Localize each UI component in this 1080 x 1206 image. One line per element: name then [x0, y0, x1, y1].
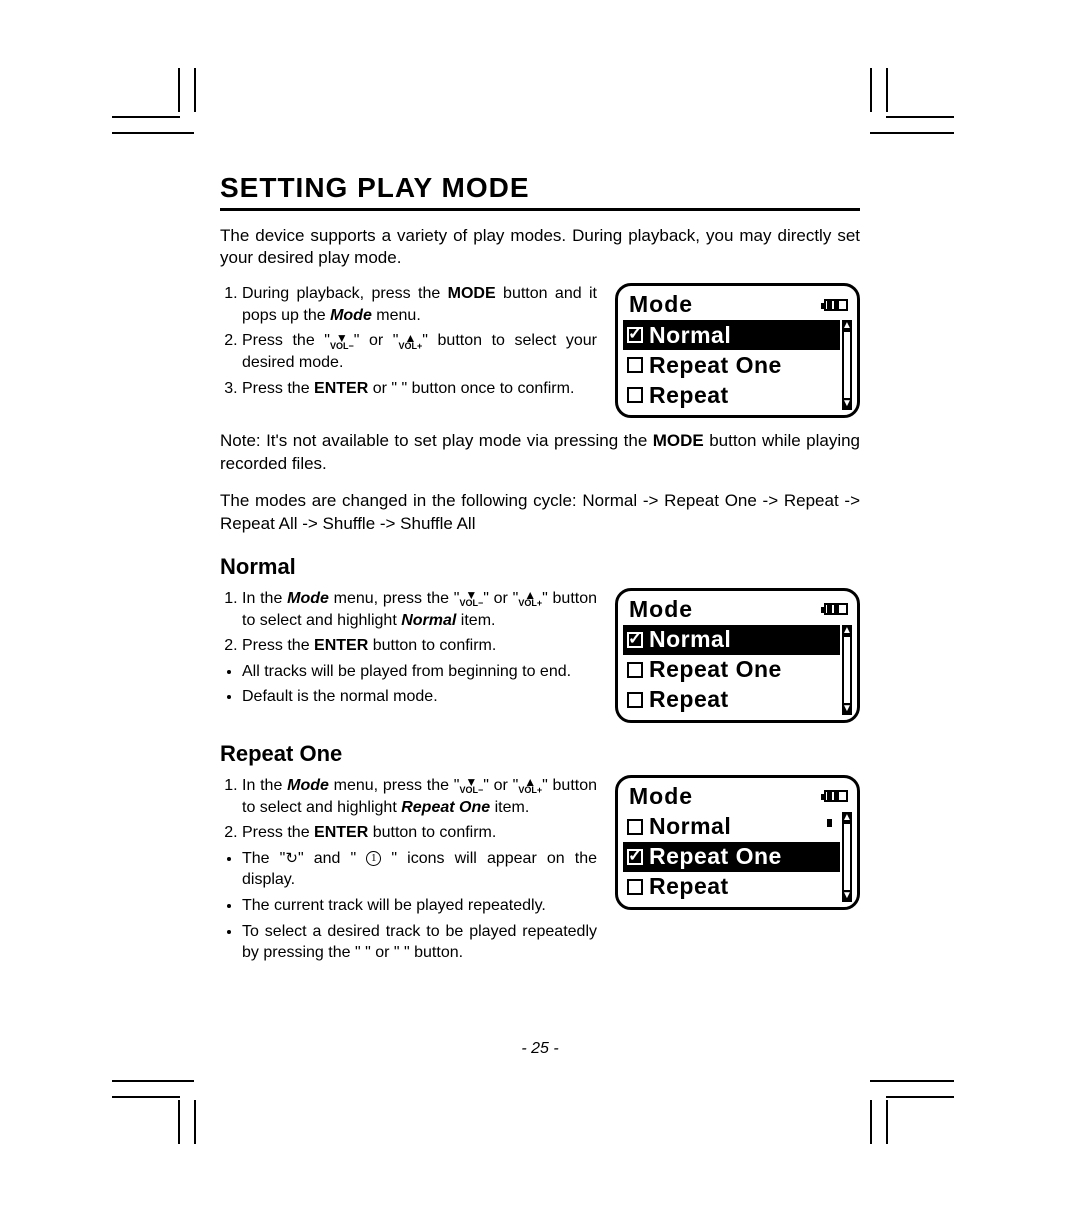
scroll-down-icon: ▼: [842, 398, 852, 410]
repeat-one-bullets: The "↻" and " 1 " icons will appear on t…: [220, 848, 597, 964]
battery-icon: [824, 299, 848, 311]
subheading-repeat-one: Repeat One: [220, 741, 860, 767]
vol-up-icon: ▲VOL+: [399, 334, 423, 351]
step-3: Press the ENTER or " " button once to co…: [242, 378, 597, 400]
lcd-item-normal: Normal: [623, 812, 840, 842]
lcd-title: Mode: [629, 596, 693, 623]
lcd-scrollbar: ▲ ▼: [842, 812, 852, 902]
cycle-text: The modes are changed in the following c…: [220, 490, 860, 536]
scroll-down-icon: ▼: [842, 703, 852, 715]
lcd-item-repeat-one: Repeat One: [623, 655, 840, 685]
vol-up-icon: ▲VOL+: [518, 778, 542, 795]
checkbox-icon: [627, 692, 643, 708]
note-text: Note: It's not available to set play mod…: [220, 430, 860, 476]
normal-bullet-1: All tracks will be played from beginning…: [242, 661, 597, 683]
page-number: - 25 -: [0, 1040, 1080, 1058]
main-steps: During playback, press the MODE button a…: [220, 283, 597, 399]
normal-steps: In the Mode menu, press the "▼VOL−" or "…: [220, 588, 597, 657]
repeat-one-bullet-1: The "↻" and " 1 " icons will appear on t…: [242, 848, 597, 891]
checkbox-icon: [627, 662, 643, 678]
loop-icon: ↻: [285, 850, 298, 867]
lcd-item-normal: Normal: [623, 625, 840, 655]
scroll-up-icon: ▲: [842, 625, 852, 637]
intro-text: The device supports a variety of play mo…: [220, 225, 860, 269]
scroll-up-icon: ▲: [842, 320, 852, 332]
lcd-scrollbar: ▲ ▼: [842, 625, 852, 715]
lcd-title: Mode: [629, 291, 693, 318]
vol-up-icon: ▲VOL+: [518, 591, 542, 608]
scroll-down-icon: ▼: [842, 890, 852, 902]
normal-step-2: Press the ENTER button to confirm.: [242, 635, 597, 657]
step-1: During playback, press the MODE button a…: [242, 283, 597, 326]
normal-bullets: All tracks will be played from beginning…: [220, 661, 597, 708]
step-2: Press the "▼VOL−" or "▲VOL+" button to s…: [242, 330, 597, 373]
checkbox-icon: [627, 819, 643, 835]
checkbox-icon: [627, 632, 643, 648]
checkbox-icon: [627, 357, 643, 373]
vol-down-icon: ▼VOL−: [330, 334, 354, 351]
lcd-item-repeat: Repeat: [623, 380, 840, 410]
subheading-normal: Normal: [220, 554, 860, 580]
checkbox-icon: [627, 327, 643, 343]
lcd-scrollbar: ▲ ▼: [842, 320, 852, 410]
lcd-title: Mode: [629, 783, 693, 810]
repeat-one-steps: In the Mode menu, press the "▼VOL−" or "…: [220, 775, 597, 844]
scroll-up-icon: ▲: [842, 812, 852, 824]
battery-icon: [824, 790, 848, 802]
vol-down-icon: ▼VOL−: [459, 591, 483, 608]
normal-bullet-2: Default is the normal mode.: [242, 686, 597, 708]
vol-down-icon: ▼VOL−: [459, 778, 483, 795]
checkbox-icon: [627, 849, 643, 865]
lcd-item-repeat: Repeat: [623, 872, 840, 902]
one-in-circle-icon: 1: [366, 851, 381, 866]
normal-step-1: In the Mode menu, press the "▼VOL−" or "…: [242, 588, 597, 631]
battery-icon: [824, 603, 848, 615]
lcd-item-repeat: Repeat: [623, 685, 840, 715]
lcd-panel-repeat-one: Mode Normal Repeat One Repeat ▲ ▼: [615, 775, 860, 910]
repeat-one-step-2: Press the ENTER button to confirm.: [242, 822, 597, 844]
repeat-one-step-1: In the Mode menu, press the "▼VOL−" or "…: [242, 775, 597, 818]
lcd-panel-main: Mode Normal Repeat One Repeat ▲ ▼: [615, 283, 860, 418]
lcd-panel-normal: Mode Normal Repeat One Repeat ▲ ▼: [615, 588, 860, 723]
checkbox-icon: [627, 387, 643, 403]
checkbox-icon: [627, 879, 643, 895]
lcd-item-repeat-one: Repeat One: [623, 350, 840, 380]
lcd-item-repeat-one: Repeat One: [623, 842, 840, 872]
lcd-item-normal: Normal: [623, 320, 840, 350]
page-title: SETTING PLAY MODE: [220, 172, 860, 211]
repeat-one-bullet-3: To select a desired track to be played r…: [242, 921, 597, 964]
repeat-one-bullet-2: The current track will be played repeate…: [242, 895, 597, 917]
